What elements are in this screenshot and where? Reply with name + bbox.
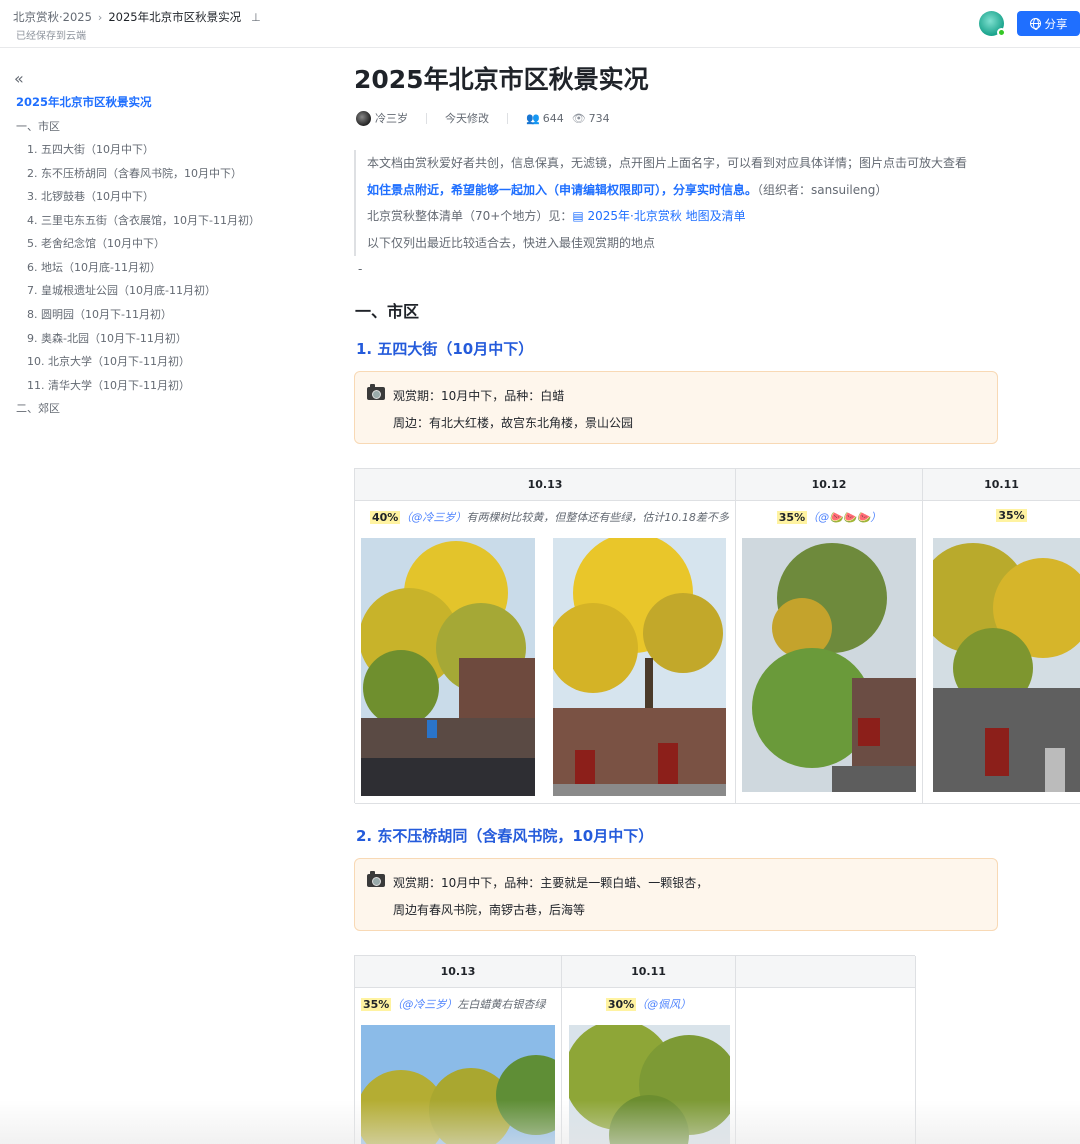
toc-item[interactable]: 1. 五四大街（10月中下） <box>27 141 154 157</box>
foliage-photo[interactable] <box>553 538 726 796</box>
view-count[interactable]: 734 <box>589 112 610 125</box>
caption-note: 左白蜡黄右银杏绿 <box>457 998 546 1011</box>
photo-caption: 35% （@冷三岁）左白蜡黄右银杏绿 <box>355 996 561 1012</box>
callout-line: 周边：有北大红楼，故宫东北角楼，景山公园 <box>393 416 634 430</box>
toc-item[interactable]: 9. 奥森-北园（10月下-11月初） <box>27 330 187 346</box>
intro-line: 以下仅列出最近比较适合去，快进入最佳观赏期的地点 <box>367 236 656 250</box>
collaborator-count[interactable]: 644 <box>543 112 564 125</box>
save-status: 已经保存到云端 <box>16 31 86 42</box>
pin-icon[interactable]: ⊥ <box>251 11 261 24</box>
divider <box>426 112 427 124</box>
toc-item[interactable]: 2. 东不压桥胡同（含春风书院，10月中下） <box>27 165 242 181</box>
table-cell: 30% （@佩风） <box>562 988 736 1144</box>
toc-item[interactable]: 8. 圆明园（10月下-11月初） <box>27 306 172 322</box>
photo-caption: 40% （@冷三岁）有两棵树比较黄，但整体还有些绿，估计10.18差不多 <box>355 509 735 525</box>
intro-line: 如住景点附近，希望能够一起加入（申请编辑权限即可），分享实时信息。（组织者：sa… <box>367 181 887 198</box>
callout-box: 观赏期：10月中下，品种：白蜡 周边：有北大红楼，故宫东北角楼，景山公园 <box>354 371 998 444</box>
contributor-link[interactable]: （@🍉🍉🍉） <box>807 511 881 524</box>
photo-caption: 30% （@佩风） <box>562 996 735 1012</box>
contributor-link[interactable]: （@佩风） <box>636 998 691 1011</box>
foliage-photo[interactable] <box>742 538 916 792</box>
table-cell: 35% （@🍉🍉🍉） <box>736 501 923 804</box>
table-header-date: 10.13 <box>355 956 562 988</box>
table-cell: 35% <box>923 501 1080 804</box>
foliage-photo[interactable] <box>569 1025 730 1144</box>
table-header-date: 10.13 <box>355 469 736 501</box>
organizer-text: （组织者：sansuileng） <box>757 183 888 197</box>
join-invite-text: 如住景点附近，希望能够一起加入（申请编辑权限即可），分享实时信息。 <box>367 183 758 197</box>
table-cell: 40% （@冷三岁）有两棵树比较黄，但整体还有些绿，估计10.18差不多 <box>355 501 736 804</box>
divider <box>507 112 508 124</box>
eye-icon: 👁 <box>571 111 586 125</box>
breadcrumb: 北京赏秋·2025 › 2025年北京市区秋景实况 ⊥ <box>13 9 261 25</box>
photo-table: 10.13 10.11 35% （@冷三岁）左白蜡黄右银杏绿 30% （@佩风） <box>354 955 916 1144</box>
map-list-link[interactable]: 2025年·北京赏秋 地图及清单 <box>587 209 745 223</box>
callout-line: 观赏期：10月中下，品种：白蜡 <box>393 389 565 403</box>
progress-badge: 35% <box>996 509 1027 522</box>
page-title: 2025年北京市区秋景实况 <box>354 65 649 94</box>
intro-line: 北京赏秋整体清单（70+个地方）见：▤ 2025年·北京赏秋 地图及清单 <box>367 207 746 224</box>
top-bar: 北京赏秋·2025 › 2025年北京市区秋景实况 ⊥ 已经保存到云端 分享 <box>0 0 1080 48</box>
toc-item[interactable]: 6. 地坛（10月底-11月初） <box>27 259 161 275</box>
spot-heading: 2. 东不压桥胡同（含春风书院，10月中下） <box>356 827 654 845</box>
photo-caption: 35% （@🍉🍉🍉） <box>736 509 922 525</box>
callout-box: 观赏期：10月中下，品种：主要就是一颗白蜡、一颗银杏， 周边有春风书院，南锣古巷… <box>354 858 998 931</box>
author-avatar[interactable] <box>356 110 371 126</box>
foliage-photo[interactable] <box>361 538 535 796</box>
callout-line: 周边有春风书院，南锣古巷，后海等 <box>393 903 586 917</box>
caption-note: 有两棵树比较黄，但整体还有些绿，估计10.18差不多 <box>466 511 729 524</box>
author-name[interactable]: 冷三岁 <box>375 110 408 126</box>
toc-item[interactable]: 7. 皇城根遗址公园（10月底-11月初） <box>27 282 216 298</box>
toc-item[interactable]: 一、市区 <box>16 118 60 134</box>
spot-heading: 1. 五四大街（10月中下） <box>356 340 534 358</box>
table-header-date: 10.11 <box>562 956 736 988</box>
camera-icon <box>367 384 385 400</box>
intro-line: 本文档由赏秋爱好者共创，信息保真，无滤镜，点开图片上面名字，可以看到对应具体详情… <box>367 156 968 170</box>
doc-meta: 冷三岁 今天修改 👥 644 👁 734 <box>356 110 610 126</box>
doc-link-icon: ▤ <box>572 209 588 223</box>
users-icon: 👥 <box>526 111 540 125</box>
section-heading: 一、市区 <box>355 302 420 321</box>
table-header-date: 10.11 <box>923 469 1080 501</box>
progress-badge: 35% <box>361 998 392 1011</box>
toc-title[interactable]: 2025年北京市区秋景实况 <box>16 94 152 110</box>
progress-badge: 35% <box>776 511 808 524</box>
table-cell <box>736 988 916 1144</box>
toc-item[interactable]: 11. 清华大学（10月下-11月初） <box>27 377 190 393</box>
online-status-icon <box>997 28 1006 37</box>
dash-text: - <box>358 262 363 276</box>
foliage-photo[interactable] <box>933 538 1080 792</box>
foliage-photo[interactable] <box>361 1025 555 1144</box>
toc-item[interactable]: 4. 三里屯东五街（含衣展馆，10月下-11月初） <box>27 212 260 228</box>
toc-item[interactable]: 二、郊区 <box>16 400 60 416</box>
table-header-date: 10.12 <box>736 469 923 501</box>
callout-line: 观赏期：10月中下，品种：主要就是一颗白蜡、一颗银杏， <box>393 876 709 890</box>
camera-icon <box>367 871 385 887</box>
share-label: 分享 <box>1044 16 1068 31</box>
toc-item[interactable]: 10. 北京大学（10月下-11月初） <box>27 353 190 369</box>
contributor-link[interactable]: （@冷三岁） <box>391 998 457 1011</box>
contributor-link[interactable]: （@冷三岁） <box>400 511 466 524</box>
toc-item[interactable]: 5. 老舍纪念馆（10月中下） <box>27 235 165 251</box>
modified-time: 今天修改 <box>445 112 489 125</box>
photo-caption: 35% <box>923 509 1080 522</box>
progress-badge: 40% <box>370 511 401 524</box>
toc-item[interactable]: 3. 北锣鼓巷（10月中下） <box>27 188 154 204</box>
photo-table: 10.13 10.12 10.11 40% （@冷三岁）有两棵树比较黄，但整体还有… <box>354 468 1080 804</box>
globe-icon <box>1029 18 1041 30</box>
breadcrumb-parent[interactable]: 北京赏秋·2025 <box>13 9 92 25</box>
chevron-right-icon: › <box>97 10 103 24</box>
table-cell: 35% （@冷三岁）左白蜡黄右银杏绿 <box>355 988 562 1144</box>
progress-badge: 30% <box>605 998 637 1011</box>
breadcrumb-current[interactable]: 2025年北京市区秋景实况 <box>108 9 241 25</box>
share-button[interactable]: 分享 <box>1017 11 1080 36</box>
intro-quote: 本文档由赏秋爱好者共创，信息保真，无滤镜，点开图片上面名字，可以看到对应具体详情… <box>354 150 1004 256</box>
table-header-date <box>736 956 916 988</box>
list-prefix: 北京赏秋整体清单（70+个地方）见： <box>367 209 573 223</box>
user-avatar[interactable] <box>979 11 1006 37</box>
collapse-sidebar-icon[interactable]: « <box>14 69 24 88</box>
